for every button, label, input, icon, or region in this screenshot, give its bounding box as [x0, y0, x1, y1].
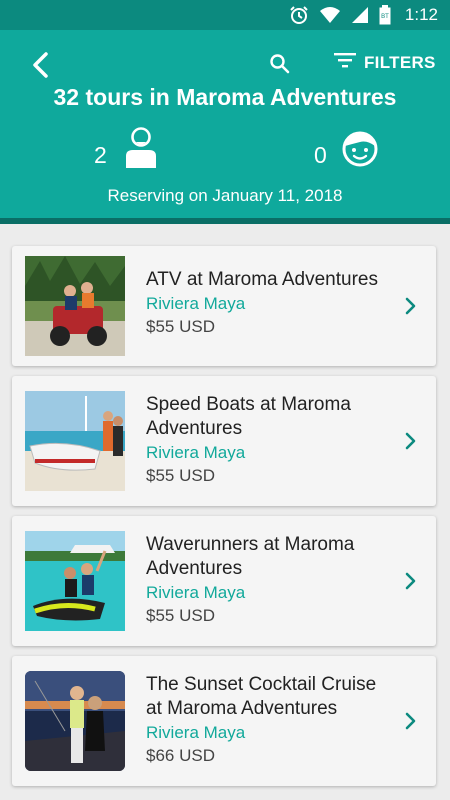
- tour-list: ATV at Maroma Adventures Riviera Maya $5…: [12, 246, 436, 796]
- chevron-right-icon[interactable]: [404, 711, 418, 731]
- tour-price: $55 USD: [146, 606, 215, 625]
- tour-card-speed-boats[interactable]: Speed Boats at Maroma Adventures Riviera…: [12, 376, 436, 506]
- chevron-right-icon[interactable]: [404, 296, 418, 316]
- signal-icon: [351, 6, 369, 24]
- filters-label: FILTERS: [364, 52, 436, 72]
- tour-thumbnail: [25, 391, 125, 491]
- child-count: 0: [314, 142, 327, 168]
- reservation-date: Reserving on January 11, 2018: [107, 186, 343, 205]
- tour-price: $55 USD: [146, 317, 215, 336]
- tour-name: Speed Boats at Maroma Adventures: [146, 394, 351, 439]
- wifi-icon: [319, 6, 341, 24]
- tour-name: Waverunners at Maroma Adventures: [146, 534, 355, 579]
- tour-thumbnail: [25, 531, 125, 631]
- alarm-icon: [289, 5, 309, 25]
- tour-name: ATV at Maroma Adventures: [146, 269, 378, 290]
- clock-time: 1:12: [404, 5, 438, 24]
- tour-price: $55 USD: [146, 466, 215, 485]
- search-icon[interactable]: [268, 52, 292, 76]
- tour-card-atv[interactable]: ATV at Maroma Adventures Riviera Maya $5…: [12, 246, 436, 366]
- child-icon[interactable]: [340, 128, 380, 168]
- tour-location: Riviera Maya: [146, 583, 246, 602]
- back-arrow-icon[interactable]: [26, 50, 56, 80]
- header: FILTERS 32 tours in Maroma Adventures 2 …: [0, 30, 450, 218]
- adult-count: 2: [94, 142, 107, 168]
- header-divider: [0, 218, 450, 224]
- tour-name: The Sunset Cocktail Cruise at Maroma Adv…: [146, 674, 377, 719]
- adult-icon[interactable]: [124, 126, 158, 168]
- tour-location: Riviera Maya: [146, 723, 246, 742]
- filters-button[interactable]: FILTERS: [334, 52, 436, 73]
- tour-thumbnail: [25, 671, 125, 771]
- chevron-right-icon[interactable]: [404, 571, 418, 591]
- tour-card-sunset-cruise[interactable]: The Sunset Cocktail Cruise at Maroma Adv…: [12, 656, 436, 786]
- tour-location: Riviera Maya: [146, 443, 246, 462]
- tour-thumbnail: [25, 256, 125, 356]
- page-title: 32 tours in Maroma Adventures: [53, 84, 397, 110]
- tour-card-waverunners[interactable]: Waverunners at Maroma Adventures Riviera…: [12, 516, 436, 646]
- battery-icon: BT: [379, 5, 391, 25]
- filter-icon: [334, 52, 356, 73]
- status-bar: BT 1:12: [0, 0, 450, 30]
- tour-price: $66 USD: [146, 746, 215, 765]
- svg-text:BT: BT: [381, 14, 389, 20]
- chevron-right-icon[interactable]: [404, 431, 418, 451]
- tour-location: Riviera Maya: [146, 294, 246, 313]
